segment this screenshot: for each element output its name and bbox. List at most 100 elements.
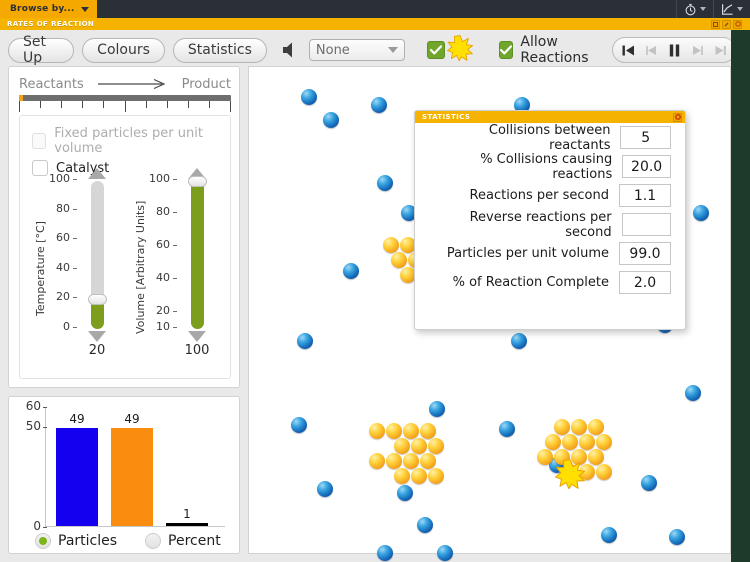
y-axis-tick-label: 0 xyxy=(33,519,41,533)
statistics-dialog-titlebar[interactable]: STATISTICS xyxy=(415,111,685,123)
reactant-particle xyxy=(397,485,413,501)
set-up-button[interactable]: Set Up xyxy=(8,34,75,66)
statistics-row-label: Reverse reactions per second xyxy=(469,209,612,240)
browse-by-menu[interactable]: Browse by... xyxy=(0,0,97,18)
radio-particles-button[interactable] xyxy=(35,533,51,549)
chart-bar xyxy=(111,428,153,526)
restore-window-button[interactable] xyxy=(711,19,720,29)
radio-percent[interactable]: Percent xyxy=(145,533,221,549)
product-particle xyxy=(588,449,604,465)
reactant-particle xyxy=(511,333,527,349)
chevron-down-icon xyxy=(700,7,706,11)
statistics-row-value[interactable]: 2.0 xyxy=(619,271,671,294)
statistics-row-value[interactable]: 99.0 xyxy=(619,242,671,265)
volume-slider[interactable]: 100 xyxy=(180,168,214,358)
product-particle xyxy=(537,449,553,465)
reactant-particle xyxy=(669,529,685,545)
statistics-row-value[interactable]: 20.0 xyxy=(622,155,671,178)
reactant-particle xyxy=(685,385,701,401)
radio-particles[interactable]: Particles xyxy=(35,533,117,549)
statistics-button[interactable]: Statistics xyxy=(172,37,267,63)
colours-button[interactable]: Colours xyxy=(82,37,165,63)
allow-reactions-checkbox[interactable] xyxy=(499,41,514,59)
show-reaction-flash-toggle[interactable] xyxy=(427,35,474,65)
skip-to-end-button[interactable] xyxy=(712,42,728,58)
app-title-bar: RATES OF REACTION xyxy=(0,18,750,30)
product-particle xyxy=(596,464,612,480)
allow-reactions-toggle[interactable]: Allow Reactions xyxy=(499,34,604,66)
reactants-label: Reactants xyxy=(19,76,84,92)
temperature-axis-title: Temperature [°C] xyxy=(34,221,47,316)
axis-tick-label: 100 xyxy=(49,172,70,185)
sound-select[interactable]: None xyxy=(308,39,406,61)
product-particle xyxy=(394,438,410,454)
y-axis-tick xyxy=(43,407,47,408)
y-axis-tick-label: 60 xyxy=(25,399,41,413)
statistics-dialog[interactable]: STATISTICS Collisions between reactants 5… xyxy=(414,110,686,330)
volume-knob[interactable] xyxy=(187,176,207,187)
axis-tick-label: 80 xyxy=(56,202,70,215)
reactant-particle xyxy=(371,97,387,113)
step-back-button[interactable] xyxy=(643,42,659,58)
axis-tick xyxy=(173,278,177,279)
product-particle xyxy=(596,434,612,450)
speaker-icon[interactable] xyxy=(281,39,301,61)
temperature-knob[interactable] xyxy=(87,294,107,305)
starburst-icon xyxy=(555,459,586,490)
radio-percent-button[interactable] xyxy=(145,533,162,549)
axis-tick-label: 0 xyxy=(63,320,70,333)
fixed-particles-toggle: Fixed particles per unit volume xyxy=(20,116,230,156)
reactant-particle xyxy=(417,517,433,533)
statistics-row-value[interactable]: 1.1 xyxy=(619,184,671,207)
settings-window-button[interactable] xyxy=(733,19,742,29)
product-particle xyxy=(571,419,587,435)
product-particle xyxy=(386,423,402,439)
close-icon[interactable] xyxy=(673,112,682,122)
reactant-particle xyxy=(323,112,339,128)
show-reaction-flash-checkbox[interactable] xyxy=(427,41,446,59)
right-arrow-icon xyxy=(84,78,182,90)
volume-decrease-button[interactable] xyxy=(188,331,206,342)
statistics-row: Collisions between reactants 5 xyxy=(415,123,685,153)
graph-menu[interactable] xyxy=(714,0,750,18)
pause-button[interactable] xyxy=(666,42,682,58)
product-particle xyxy=(391,252,407,268)
axis-tick xyxy=(173,311,177,312)
temperature-value: 20 xyxy=(88,343,106,358)
temperature-decrease-button[interactable] xyxy=(88,331,106,342)
statistics-row: Reverse reactions per second xyxy=(415,209,685,240)
reactant-particle xyxy=(291,417,307,433)
statistics-row-value[interactable]: 5 xyxy=(620,126,671,149)
reactant-particle xyxy=(377,175,393,191)
progress-tick xyxy=(82,101,83,108)
chart-bar xyxy=(166,523,208,526)
options-box: Fixed particles per unit volume Catalyst… xyxy=(19,115,231,379)
temperature-slider[interactable]: 20 xyxy=(80,168,114,358)
chart-bar xyxy=(56,428,98,526)
system-topbar: Browse by... xyxy=(0,0,750,18)
volume-fill xyxy=(190,181,204,329)
temperature-increase-button[interactable] xyxy=(88,168,106,179)
starburst-icon xyxy=(447,35,474,65)
axis-tick xyxy=(73,238,77,239)
product-particle xyxy=(403,423,419,439)
edit-window-button[interactable] xyxy=(722,19,731,29)
timer-menu[interactable] xyxy=(677,0,713,18)
product-particle xyxy=(394,468,410,484)
progress-tick xyxy=(125,101,126,112)
volume-track[interactable] xyxy=(187,176,207,329)
temperature-track[interactable] xyxy=(87,181,107,329)
reactant-particle xyxy=(641,475,657,491)
chart-bar-value: 49 xyxy=(69,412,85,426)
statistics-row-value[interactable] xyxy=(621,213,671,236)
axis-tick xyxy=(173,212,177,213)
stopwatch-icon xyxy=(684,3,697,16)
controls-panel: Reactants Product Fixed particles per un… xyxy=(8,66,240,388)
step-forward-button[interactable] xyxy=(689,42,705,58)
product-label: Product xyxy=(181,76,231,92)
skip-to-start-button[interactable] xyxy=(620,42,636,58)
progress-tick xyxy=(188,101,189,108)
chevron-down-icon xyxy=(737,7,743,11)
product-particle xyxy=(428,438,444,454)
radio-percent-label: Percent xyxy=(168,533,221,549)
